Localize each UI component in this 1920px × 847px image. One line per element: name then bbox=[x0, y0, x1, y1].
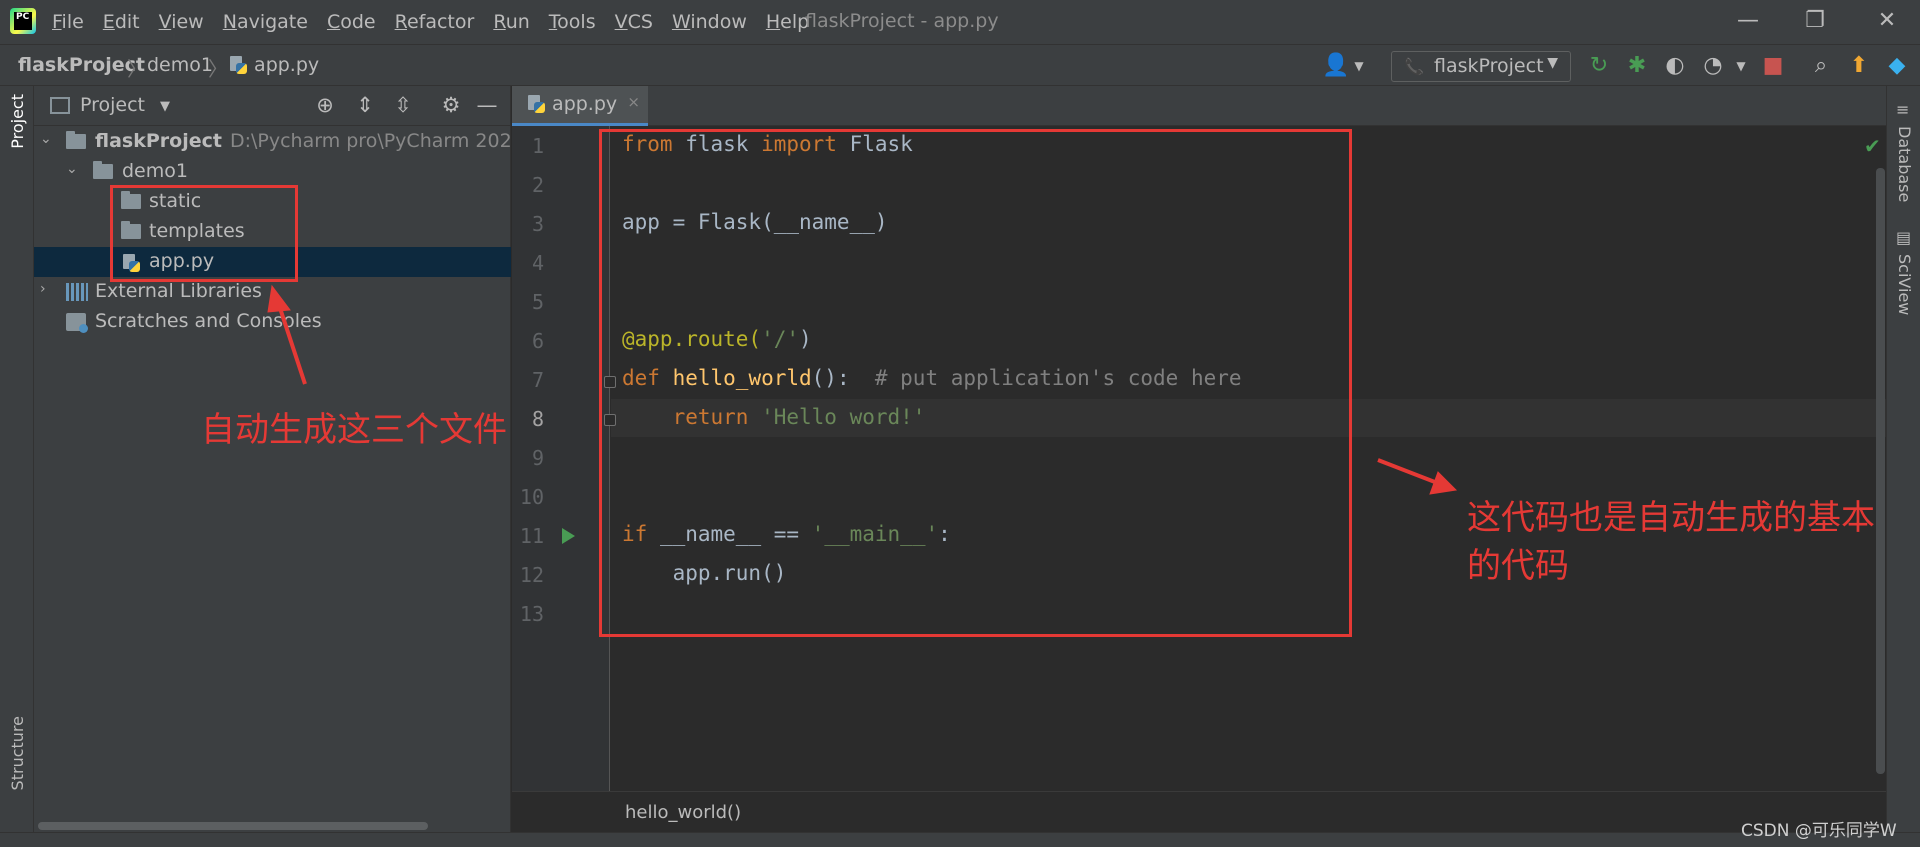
watermark: CSDN @可乐同学W bbox=[1741, 821, 1897, 841]
arrow-to-code bbox=[1377, 458, 1441, 486]
arrowhead-code bbox=[1429, 471, 1458, 495]
annotation-code-note-1: 这代码也是自动生成的基本 bbox=[1467, 498, 1875, 538]
arrowhead-files bbox=[267, 284, 291, 313]
arrow-to-files bbox=[276, 301, 307, 385]
annotation-files-note: 自动生成这三个文件 bbox=[201, 410, 507, 450]
annotation-code-note-2: 的代码 bbox=[1467, 546, 1569, 586]
